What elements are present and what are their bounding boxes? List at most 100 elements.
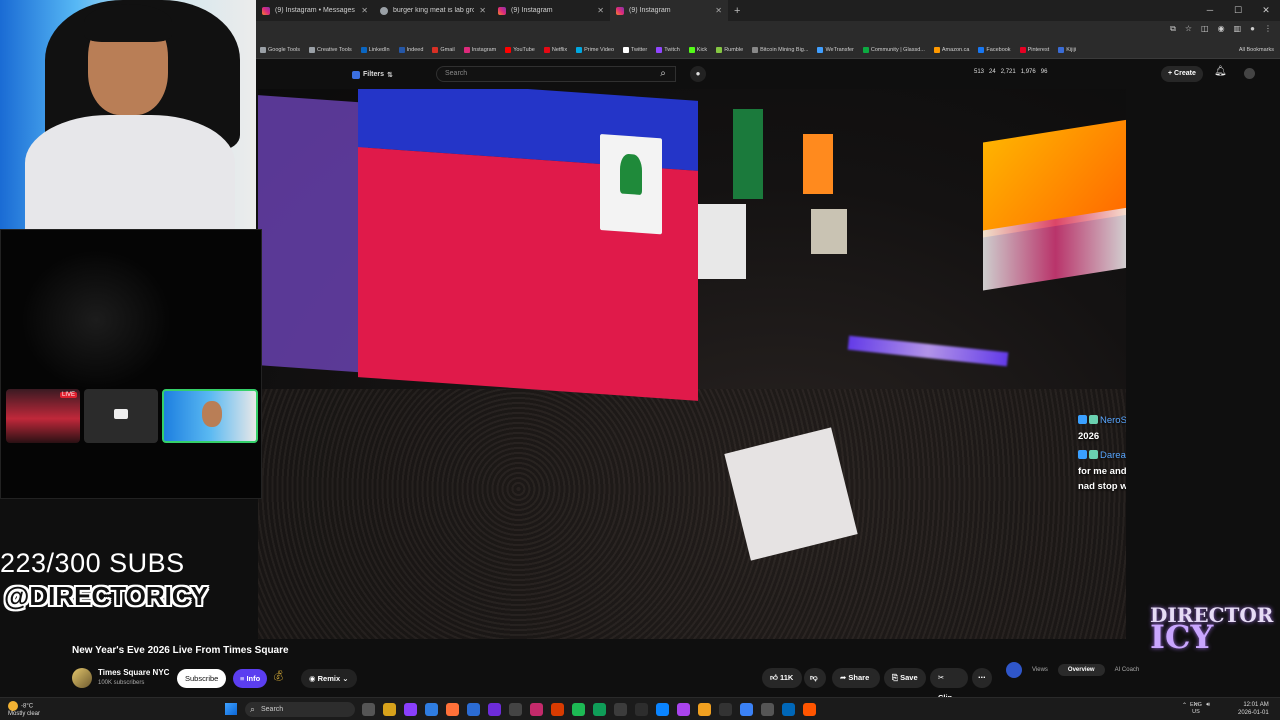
bookmark-item[interactable]: LinkedIn [360,46,390,53]
language-indicator[interactable]: ENG US [1190,702,1202,716]
clip-button[interactable]: ✂ Clip [930,668,968,702]
bookmark-label: Creative Tools [317,46,352,53]
dislike-button[interactable]: 👎︎ [804,668,826,688]
browser-tab[interactable]: (9) Instagram • Messages ✕ [256,0,374,21]
bookmark-item[interactable]: Twitter [623,46,648,53]
taskbar-app-icon[interactable] [803,703,816,716]
close-tab-icon[interactable]: ✕ [715,6,722,15]
clock-time: 12:01 AM [1243,702,1269,708]
install-icon[interactable]: ⧉ [1170,24,1176,34]
taskbar-app-icon[interactable] [425,703,438,716]
bookmark-item[interactable]: Amazon.ca [933,46,969,53]
call-thumbnail-self[interactable] [162,389,258,443]
taskbar-app-icon[interactable] [719,703,732,716]
sidepanel-icon[interactable]: ▥ [1234,24,1242,34]
like-button[interactable]: 👍︎ 11K [762,668,802,688]
chevron-up-icon[interactable]: ⌃ [1182,702,1187,709]
bookmark-label: Twitter [631,46,648,53]
all-bookmarks-button[interactable]: All Bookmarks [1239,47,1280,53]
volume-icon[interactable]: 🔊︎ [1206,702,1210,709]
profile-icon[interactable]: ● [1250,24,1255,34]
taskbar-app-icon[interactable] [530,703,543,716]
taskbar-app-icon[interactable] [740,703,753,716]
create-button[interactable]: + Create [1161,66,1203,82]
filters-button[interactable]: Filters ⇅ [346,67,399,82]
bookmark-item[interactable]: Pinterest [1019,46,1049,53]
video-player[interactable]: NeroSav: bro brought a shiesty to 2026 D… [258,89,1126,639]
tab-ai-coach[interactable]: AI Coach [1115,667,1140,673]
microphone-icon[interactable]: ● [690,66,706,82]
browser-tab-active[interactable]: (9) Instagram ✕ [610,0,728,21]
call-thumbnail-camera-off[interactable] [84,389,158,443]
bookmark-item[interactable]: Community | Glassd... [862,46,925,53]
bookmark-item[interactable]: Facebook [978,46,1011,53]
bookmark-item[interactable]: Creative Tools [309,46,352,53]
taskbar-app-icon[interactable] [698,703,711,716]
bookmark-item[interactable]: Gmail [432,46,455,53]
close-window-icon[interactable]: ✕ [1252,0,1280,21]
bookmark-item[interactable]: Twitch [656,46,680,53]
browser-tab[interactable]: (9) Instagram ✕ [492,0,610,21]
bookmark-item[interactable]: YouTube [505,46,535,53]
weather-moon-icon [8,701,18,711]
extension-icon[interactable]: ◫ [1201,24,1209,34]
taskbar-app-icon[interactable] [362,703,375,716]
taskbar-search[interactable]: Search [245,702,355,717]
weather-widget[interactable]: -8°C Mostly clear [8,701,40,718]
menu-icon[interactable]: ⋮ [1264,24,1272,34]
taskbar-app-icon[interactable] [761,703,774,716]
new-tab-button[interactable]: + [728,5,746,17]
taskbar-app-icon[interactable] [782,703,795,716]
taskbar-app-icon[interactable] [446,703,459,716]
star-icon[interactable]: ☆ [1185,24,1192,34]
system-clock[interactable]: 12:01 AM 2026-01-01 [1238,701,1269,717]
taskbar-app-icon[interactable] [551,703,564,716]
call-thumbnail-stream[interactable]: LIVE [6,389,80,443]
windows-start-icon[interactable] [225,703,237,715]
close-tab-icon[interactable]: ✕ [361,6,368,15]
taskbar-app-icon[interactable] [572,703,585,716]
more-actions-button[interactable]: ⋯ [972,668,992,688]
bookmark-item[interactable]: Indeed [398,46,423,53]
bookmark-item[interactable]: WeTransfer [817,46,854,53]
subscribe-button[interactable]: Subscribe [177,669,227,688]
info-button[interactable]: ≡ Info [233,669,268,688]
close-tab-icon[interactable]: ✕ [597,6,604,15]
share-button[interactable]: ➦ Share [832,668,880,688]
remix-button[interactable]: ◉ Remix ⌄ [301,669,357,688]
taskbar-app-icon[interactable] [677,703,690,716]
notifications-bell-icon[interactable]: 🔔︎ [1214,66,1227,77]
thumbs-down-icon: 👎︎ [810,673,818,682]
browser-tab[interactable]: burger king meat is lab grown ✕ [374,0,492,21]
taskbar-app-icon[interactable] [593,703,606,716]
search-input[interactable]: Search [436,66,676,82]
channel-avatar[interactable] [72,668,92,688]
taskbar-app-icon[interactable] [509,703,522,716]
minimize-icon[interactable]: ─ [1196,0,1224,21]
account-avatar[interactable] [1244,68,1255,79]
money-bag-icon[interactable]: 💰︎ [272,671,285,682]
bookmark-item[interactable]: Prime Video [576,46,614,53]
taskbar-app-icon[interactable] [488,703,501,716]
bookmark-item[interactable]: Rumble [716,46,743,53]
shield-icon[interactable]: ◉ [1218,24,1225,34]
taskbar-app-icon[interactable] [614,703,627,716]
channel-name[interactable]: Times Square NYC [98,668,169,677]
taskbar-app-icon[interactable] [467,703,480,716]
tab-overview[interactable]: Overview [1057,664,1105,676]
bookmark-item[interactable]: Google Tools [260,46,300,53]
maximize-icon[interactable]: ☐ [1224,0,1252,21]
search-icon[interactable]: ⌕ [650,66,676,82]
taskbar-app-icon[interactable] [635,703,648,716]
taskbar-app-icon[interactable] [656,703,669,716]
save-button[interactable]: ⎘ Save [884,668,926,688]
bookmark-item[interactable]: Instagram [463,46,496,53]
bookmark-item[interactable]: Netflix [543,46,567,53]
bookmark-item[interactable]: Kijiji [1058,46,1076,53]
tab-views[interactable]: Views [1032,667,1048,673]
bookmark-item[interactable]: Kick [688,46,707,53]
taskbar-app-icon[interactable] [404,703,417,716]
close-tab-icon[interactable]: ✕ [479,6,486,15]
taskbar-app-icon[interactable] [383,703,396,716]
bookmark-item[interactable]: Bitcoin Mining Big... [752,46,808,53]
